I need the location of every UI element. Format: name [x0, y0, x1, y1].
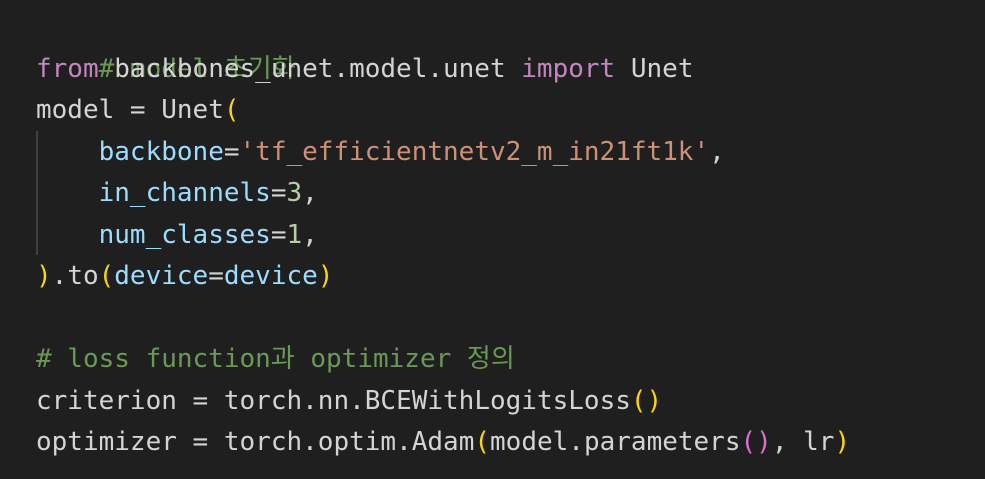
variable: model: [36, 95, 115, 125]
comment: # loss function과 optimizer 정의: [36, 344, 515, 374]
module: optim: [317, 427, 397, 457]
bracket-close: ): [834, 427, 851, 457]
code-line-11: optimizer = torch.optim.Adam(model.param…: [36, 422, 985, 464]
comma: ,: [709, 136, 725, 167]
code-line-2: from backbones_unet.model.unet import Un…: [36, 49, 985, 91]
comma: ,: [771, 427, 804, 457]
variable: lr: [803, 427, 835, 457]
method-call: to: [67, 261, 99, 291]
operator: =: [223, 136, 240, 167]
variable: optimizer: [36, 427, 177, 457]
kwarg-name: backbone: [98, 136, 224, 167]
code-line-5: in_channels=3,: [36, 173, 985, 215]
module: nn: [317, 385, 350, 416]
keyword-from: from: [36, 53, 99, 84]
module: torch: [223, 427, 303, 457]
dot: .: [51, 261, 68, 291]
comma: ,: [302, 219, 318, 250]
bracket-open: (: [740, 427, 757, 457]
keyword-import: import: [521, 53, 616, 84]
dot: .: [302, 385, 318, 416]
bracket-close: ): [36, 261, 52, 291]
bracket-close: ): [756, 427, 772, 457]
operator: =: [208, 261, 224, 291]
number-literal: 1: [286, 219, 303, 250]
string-literal: 'tf_efficientnetv2_m_in21ft1k': [239, 136, 710, 167]
bracket-open: (: [630, 385, 647, 416]
kwarg-name: device: [114, 261, 209, 291]
operator: =: [270, 178, 287, 208]
dot: .: [349, 385, 365, 416]
variable: device: [223, 261, 318, 291]
operator: =: [114, 95, 162, 125]
operator: =: [176, 385, 224, 416]
code-line-10: criterion = torch.nn.BCEWithLogitsLoss(): [36, 381, 985, 423]
code-line-9: # loss function과 optimizer 정의: [36, 339, 985, 381]
comma: ,: [302, 178, 318, 208]
bracket-open: (: [474, 427, 491, 457]
bracket-open: (: [223, 95, 240, 125]
number-literal: 3: [286, 178, 303, 208]
variable: model: [490, 427, 569, 457]
code-line-6: num_classes=1,: [36, 215, 985, 257]
bracket-close: ): [317, 261, 334, 291]
kwarg-name: num_classes: [98, 219, 271, 250]
method-call: parameters: [583, 427, 741, 457]
operator: =: [176, 427, 224, 457]
module-path: backbones_unet.model.unet: [114, 53, 506, 84]
bracket-close: ): [646, 385, 663, 416]
code-line-1: # model 초기화: [36, 7, 985, 84]
code-line-4: backbone='tf_efficientnetv2_m_in21ft1k',: [36, 132, 985, 174]
dot: .: [302, 427, 318, 457]
operator: =: [270, 219, 287, 250]
code-line-3: model = Unet(: [36, 90, 985, 132]
variable: criterion: [36, 385, 177, 416]
code-line-7: ).to(device=device): [36, 256, 985, 298]
kwarg-name: in_channels: [98, 178, 271, 208]
dot: .: [396, 427, 412, 457]
module: torch: [223, 385, 303, 416]
code-editor[interactable]: # model 초기화 from backbones_unet.model.un…: [0, 0, 985, 479]
bracket-open: (: [98, 261, 115, 291]
class-call: Unet: [161, 95, 224, 125]
class-call: BCEWithLogitsLoss: [364, 385, 631, 416]
class-call: Adam: [411, 427, 475, 457]
import-name: Unet: [630, 53, 694, 84]
dot: .: [568, 427, 584, 457]
